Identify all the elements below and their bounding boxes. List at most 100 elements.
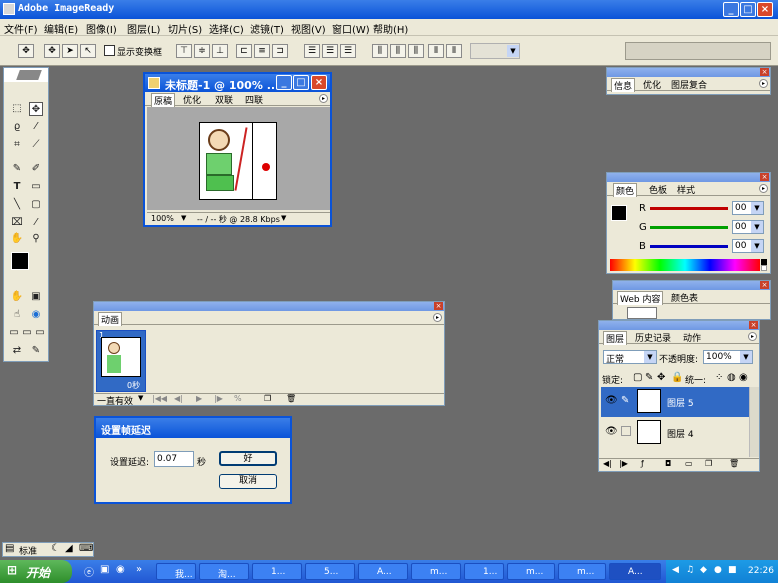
color-ramp[interactable]: [610, 259, 760, 271]
tween-icon[interactable]: %: [234, 394, 242, 403]
link-box[interactable]: [621, 426, 631, 436]
align-center-icon[interactable]: ≡: [254, 44, 270, 58]
chevron-down-icon[interactable]: ▼: [138, 394, 143, 402]
screen-mode-standard-icon[interactable]: ▭: [7, 326, 21, 340]
moon-icon[interactable]: ☾: [51, 543, 60, 554]
color-foreground-swatch[interactable]: [611, 205, 627, 221]
start-button[interactable]: ⊞ 开始: [0, 560, 72, 583]
lock-transparency-icon[interactable]: ▢: [633, 372, 642, 383]
eye-icon[interactable]: 👁: [605, 426, 618, 437]
move-tool-icon[interactable]: ✥: [18, 44, 34, 58]
slice-tool-icon[interactable]: ⟋: [29, 138, 43, 152]
duplicate-frame-icon[interactable]: ❐: [264, 394, 271, 403]
distribute-right-icon[interactable]: ⫼: [408, 44, 424, 58]
tab-2up[interactable]: 双联: [215, 93, 233, 106]
delete-frame-icon[interactable]: 🗑: [286, 394, 296, 403]
doc-maximize-button[interactable]: □: [293, 75, 309, 90]
crop-tool-icon[interactable]: ⌗: [10, 138, 24, 152]
g-value-field[interactable]: 00 ▼: [732, 220, 764, 234]
tab-color-table[interactable]: 颜色表: [671, 291, 698, 304]
menu-image[interactable]: 图像(I): [86, 21, 117, 36]
layers-panel-titlebar[interactable]: ×: [599, 321, 759, 330]
type-tool-icon[interactable]: T: [10, 180, 24, 194]
prev-icon[interactable]: ◀|: [603, 459, 612, 468]
first-frame-icon[interactable]: |◀◀: [152, 394, 167, 403]
layer-row-selected[interactable]: 👁 ✎ 图层 5: [601, 387, 749, 417]
palette-well[interactable]: [625, 42, 771, 60]
close-button[interactable]: ×: [757, 2, 773, 17]
taskbar-item[interactable]: 5...: [305, 563, 355, 580]
standard-icon[interactable]: ▤: [5, 543, 14, 554]
pointer-icon[interactable]: ↖: [80, 44, 96, 58]
doc-close-button[interactable]: ×: [311, 75, 327, 90]
tab-layer-comps[interactable]: 图层复合: [671, 78, 707, 91]
menu-arrow-icon[interactable]: ▸: [759, 184, 768, 193]
ie-icon[interactable]: ⓔ: [84, 564, 94, 579]
close-icon[interactable]: ×: [760, 173, 769, 181]
loop-option[interactable]: 一直有效: [97, 394, 133, 407]
slice-visibility-icon[interactable]: ▣: [29, 290, 43, 304]
eyedropper-icon[interactable]: ⁄: [29, 216, 43, 230]
taskbar-item[interactable]: m...: [558, 563, 606, 580]
tab-animation[interactable]: 动画: [98, 312, 123, 326]
standard-label[interactable]: 标准: [19, 544, 37, 557]
options-dropdown[interactable]: ▼: [470, 43, 520, 59]
close-icon[interactable]: ×: [760, 281, 769, 289]
jump-to-photoshop-icon[interactable]: ⇄: [10, 344, 24, 358]
play-icon[interactable]: ▶: [196, 394, 202, 403]
lock-position-icon[interactable]: ✥: [657, 372, 665, 383]
frame-delay[interactable]: 0秒: [127, 380, 140, 391]
edit-icon[interactable]: ✎: [29, 344, 43, 358]
taskbar-item[interactable]: 我...: [156, 563, 196, 580]
foreground-color-swatch[interactable]: [11, 252, 29, 270]
keyboard-icon[interactable]: ⌨: [79, 543, 93, 554]
layer-style-icon[interactable]: ƒ: [641, 459, 644, 468]
shield-icon[interactable]: ◆: [700, 565, 707, 575]
menu-file[interactable]: 文件(F): [4, 21, 38, 36]
zoom-dropdown-icon[interactable]: ▼: [181, 214, 186, 222]
r-slider[interactable]: [650, 207, 728, 210]
taskbar-item[interactable]: m...: [411, 563, 461, 580]
close-icon[interactable]: ×: [749, 321, 758, 329]
taskbar-item[interactable]: 1...: [252, 563, 302, 580]
desktop-icon[interactable]: ▣: [100, 564, 109, 575]
align-bottom-icon[interactable]: ⊥: [212, 44, 228, 58]
rollover-icon[interactable]: ☝: [10, 308, 24, 322]
trash-icon[interactable]: 🗑: [729, 459, 739, 468]
arrow-icon[interactable]: ➤: [62, 44, 78, 58]
lasso-tool-icon[interactable]: ϱ: [10, 120, 24, 134]
menu-view[interactable]: 视图(V): [291, 21, 326, 36]
new-set-icon[interactable]: ▭: [685, 459, 693, 468]
cancel-button[interactable]: 取消: [219, 474, 277, 489]
expand-icon[interactable]: »: [136, 564, 142, 575]
doc-minimize-button[interactable]: _: [276, 75, 292, 90]
menu-arrow-icon[interactable]: ▸: [748, 332, 757, 341]
taskbar-item[interactable]: A...: [358, 563, 408, 580]
info-panel-titlebar[interactable]: ×: [607, 68, 770, 77]
color-panel-titlebar[interactable]: ×: [607, 173, 770, 182]
b-slider[interactable]: [650, 245, 728, 248]
antivirus-icon[interactable]: ●: [714, 565, 722, 575]
rectangle-tool-icon[interactable]: ▭: [29, 180, 43, 194]
distribute-center-icon[interactable]: ⫼: [390, 44, 406, 58]
r-value-field[interactable]: 00 ▼: [732, 201, 764, 215]
taskbar-item[interactable]: 淘...: [199, 563, 249, 580]
tab-color[interactable]: 颜色: [613, 183, 638, 197]
flag-icon[interactable]: ◢: [65, 543, 73, 554]
unify-style-icon[interactable]: ◉: [739, 372, 748, 383]
crop-icon[interactable]: ⌧: [10, 216, 24, 230]
distribute-width-icon[interactable]: ⫴: [446, 44, 462, 58]
prev-frame-icon[interactable]: ◀|: [174, 394, 183, 403]
menu-edit[interactable]: 编辑(E): [44, 21, 78, 36]
tab-actions[interactable]: 动作: [683, 331, 701, 344]
layers-scrollbar[interactable]: [749, 387, 759, 457]
marquee-tool-icon[interactable]: ⬚: [10, 102, 24, 116]
zoom-tool-icon[interactable]: ⚲: [29, 232, 43, 246]
layer-row[interactable]: 👁 图层 4: [601, 418, 749, 448]
show-transform-checkbox[interactable]: [104, 45, 115, 56]
dialog-title[interactable]: 设置帧延迟: [96, 418, 290, 438]
tab-optimized[interactable]: 优化: [183, 93, 201, 106]
align-top-icon[interactable]: ⊤: [176, 44, 192, 58]
tab-web-content[interactable]: Web 内容: [617, 291, 664, 305]
line-tool-icon[interactable]: ╲: [10, 198, 24, 212]
